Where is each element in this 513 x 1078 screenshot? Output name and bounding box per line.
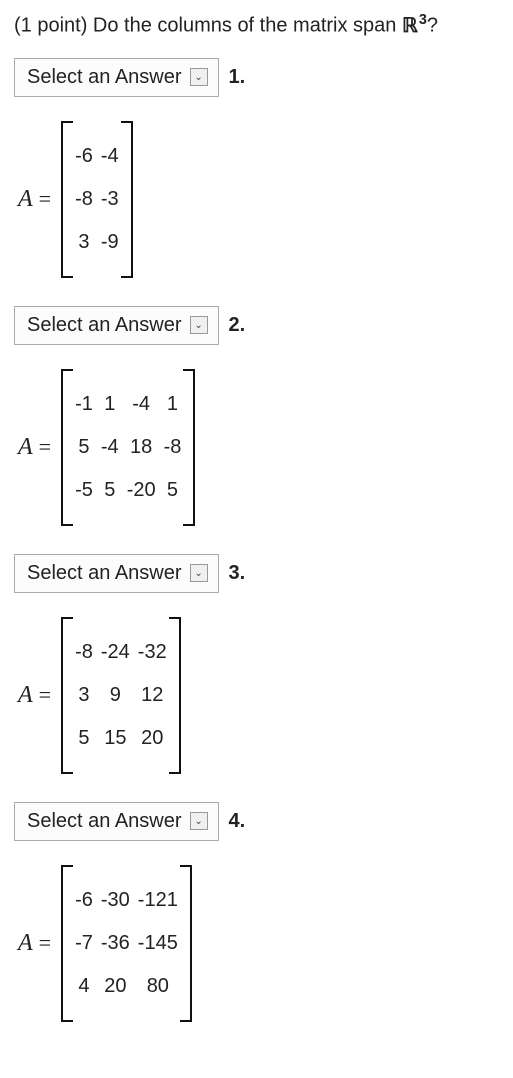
select-label: Select an Answer (27, 66, 182, 89)
exponent: 3 (419, 12, 427, 28)
item-number: 3. (229, 562, 246, 585)
matrix-cell: -8 (71, 631, 97, 674)
select-label: Select an Answer (27, 810, 182, 833)
matrix-cell: -4 (123, 383, 160, 426)
matrix-cell: -5 (71, 469, 97, 512)
select-answer-1[interactable]: Select an Answer ⌄ (14, 58, 219, 97)
matrix-cell: 80 (134, 965, 182, 1008)
matrix-lhs: A (18, 682, 33, 709)
matrix-cell: 20 (97, 965, 134, 1008)
matrix-cell: -4 (97, 135, 123, 178)
matrix-equation-4: A= -6-30-121 -7-36-145 42080 (18, 865, 503, 1022)
select-answer-2[interactable]: Select an Answer ⌄ (14, 306, 219, 345)
item-number: 2. (229, 314, 246, 337)
matrix-cell: 5 (71, 426, 97, 469)
matrix-cell: 5 (71, 717, 97, 760)
matrix-cell: -1 (71, 383, 97, 426)
matrix-cell: -32 (134, 631, 171, 674)
matrix-cell: -3 (97, 178, 123, 221)
question-prefix: (1 point) Do the columns of the matrix s… (14, 15, 402, 37)
item-number: 4. (229, 810, 246, 833)
matrix-cell: 5 (160, 469, 186, 512)
matrix-cell: 5 (97, 469, 123, 512)
real-symbol (402, 12, 418, 40)
matrix-equation-2: A=-11-415-418-8-55-205 (18, 369, 503, 526)
matrix-cell: 18 (123, 426, 160, 469)
matrix-cell: -9 (97, 221, 123, 264)
matrix-cell: -8 (71, 178, 97, 221)
matrix-cell: -6 (71, 135, 97, 178)
matrix: -8-24-32 3912 51520 (61, 617, 181, 774)
matrix-cell: 15 (97, 717, 134, 760)
equals-sign: = (39, 434, 51, 460)
matrix-cell: -4 (97, 426, 123, 469)
matrix-cell: 3 (71, 674, 97, 717)
equals-sign: = (39, 682, 51, 708)
chevron-down-icon: ⌄ (190, 564, 208, 582)
matrix-equation-3: A= -8-24-32 3912 51520 (18, 617, 503, 774)
matrix: -6-4-8-33-9 (61, 121, 133, 278)
matrix-cell: -6 (71, 879, 97, 922)
matrix-cell: 3 (71, 221, 97, 264)
matrix-lhs: A (18, 186, 33, 213)
select-label: Select an Answer (27, 314, 182, 337)
select-answer-4[interactable]: Select an Answer ⌄ (14, 802, 219, 841)
matrix: -6-30-121 -7-36-145 42080 (61, 865, 192, 1022)
chevron-down-icon: ⌄ (190, 68, 208, 86)
matrix-cell: 12 (134, 674, 171, 717)
select-label: Select an Answer (27, 562, 182, 585)
matrix-cell: -145 (134, 922, 182, 965)
matrix-cell: -24 (97, 631, 134, 674)
matrix-cell: 1 (160, 383, 186, 426)
select-answer-3[interactable]: Select an Answer ⌄ (14, 554, 219, 593)
item-number: 1. (229, 66, 246, 89)
matrix-lhs: A (18, 434, 33, 461)
matrix-lhs: A (18, 930, 33, 957)
matrix-cell: -36 (97, 922, 134, 965)
matrix-cell: 20 (134, 717, 171, 760)
matrix-cell: -7 (71, 922, 97, 965)
matrix-equation-1: A= -6-4-8-33-9 (18, 121, 503, 278)
matrix-cell: 1 (97, 383, 123, 426)
matrix-cell: 9 (97, 674, 134, 717)
matrix-cell: 4 (71, 965, 97, 1008)
matrix: -11-415-418-8-55-205 (61, 369, 195, 526)
matrix-cell: -20 (123, 469, 160, 512)
matrix-cell: -8 (160, 426, 186, 469)
chevron-down-icon: ⌄ (190, 316, 208, 334)
question-text: (1 point) Do the columns of the matrix s… (14, 10, 503, 40)
equals-sign: = (39, 186, 51, 212)
equals-sign: = (39, 930, 51, 956)
question-suffix: ? (427, 15, 438, 37)
matrix-cell: -121 (134, 879, 182, 922)
chevron-down-icon: ⌄ (190, 812, 208, 830)
matrix-cell: -30 (97, 879, 134, 922)
